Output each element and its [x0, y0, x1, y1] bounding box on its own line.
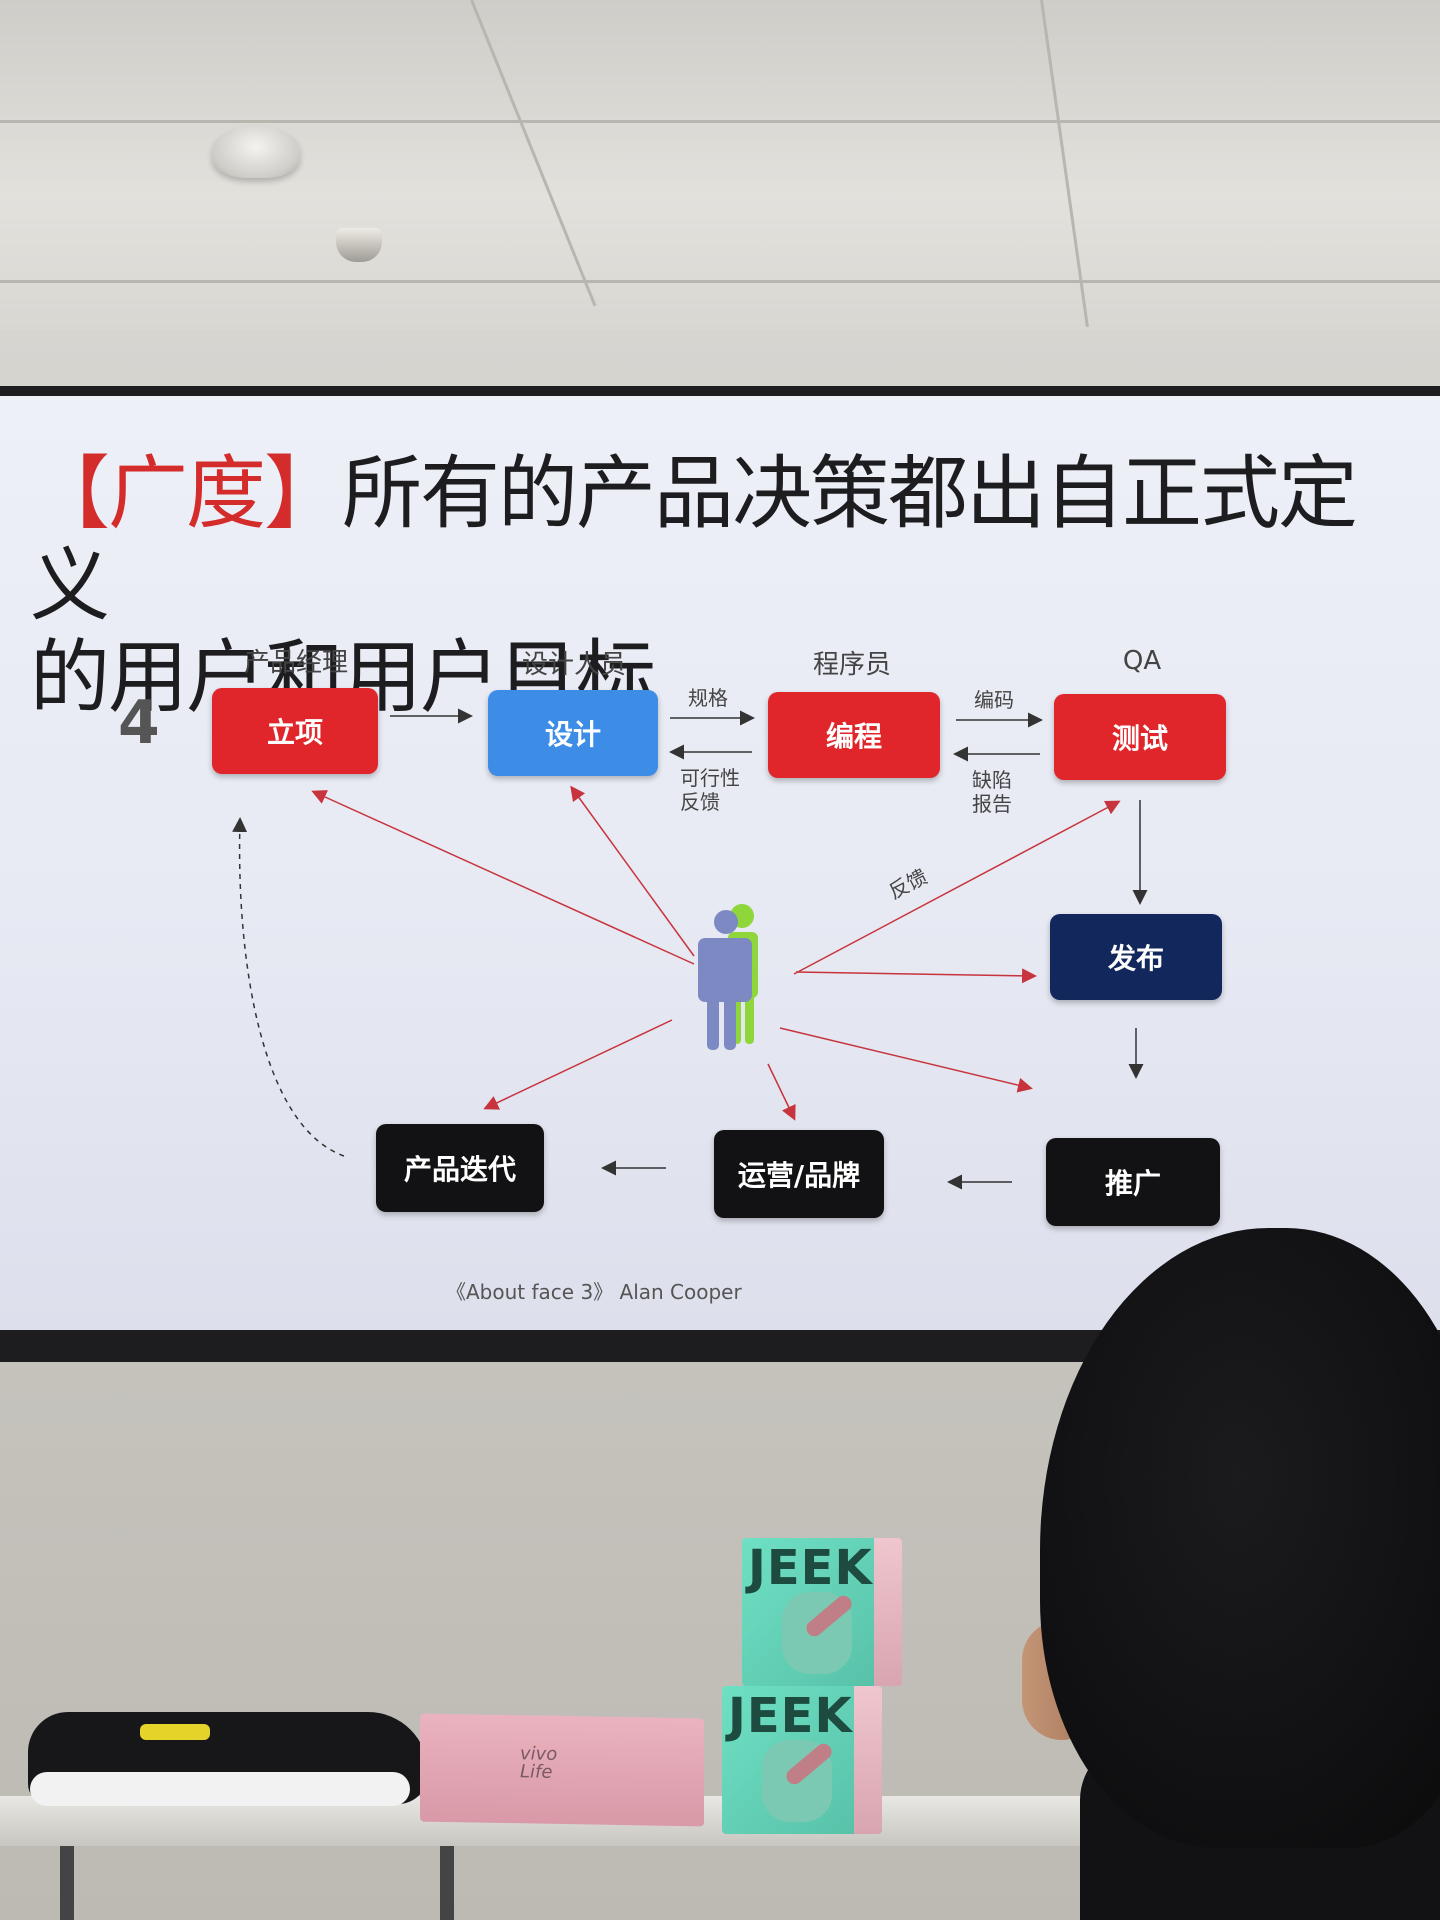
box-promote: 推广 [1046, 1138, 1220, 1226]
white-cloth [30, 1772, 410, 1806]
mug-box-top: JEEK [742, 1538, 902, 1686]
arrow-iterate-to-initiate [232, 817, 345, 1157]
ceiling-tile-seam [0, 120, 1440, 123]
mug-box-bottom: JEEK [722, 1686, 882, 1834]
mug-box-side [874, 1538, 902, 1686]
box-initiate: 立项 [212, 688, 378, 774]
pink-product-box: vivo Life [420, 1713, 704, 1827]
box-test: 测试 [1054, 694, 1226, 780]
arrow-user-to-iterate [483, 1019, 673, 1110]
arrow-label-spec: 规格 [688, 686, 728, 710]
smoke-detector [212, 126, 300, 178]
pink-box-logo: vivo Life [520, 1743, 558, 1783]
mug-box-word: JEEK [748, 1540, 873, 1596]
yellow-tag [140, 1724, 210, 1740]
role-label-designer: 设计人员 [521, 650, 626, 680]
ceiling-tile-seam [1040, 0, 1089, 327]
arrow-label-coding: 编码 [974, 688, 1014, 712]
arrow-label-feasibility: 可行性 反馈 [680, 766, 740, 814]
role-label-programmer: 程序员 [812, 650, 891, 680]
arrow-user-to-promote [779, 1027, 1033, 1093]
box-design: 设计 [488, 690, 658, 776]
presentation-screen: 【广度】所有的产品决策都出自正式定义 的用户和用户目标 4 产品经理 设计人员 … [0, 396, 1440, 1330]
box-release: 发布 [1050, 914, 1222, 1000]
ceiling [0, 0, 1440, 330]
box-iterate: 产品迭代 [376, 1124, 544, 1212]
ceiling-tile-seam [470, 0, 597, 307]
ceiling-tile-seam [0, 280, 1440, 283]
arrow-user-to-design [570, 785, 695, 957]
sprinkler [336, 228, 382, 262]
shelf-leg [440, 1846, 454, 1920]
arrow-label-defect: 缺陷 报告 [972, 768, 1012, 816]
arrow-user-to-release [795, 968, 1037, 984]
mug-box-word: JEEK [728, 1688, 853, 1744]
box-code: 编程 [768, 692, 940, 778]
users-icon [698, 904, 758, 1050]
role-label-pm: 产品经理 [243, 648, 348, 678]
citation: 《About face 3》 Alan Cooper [446, 1280, 742, 1304]
shelf-leg [60, 1846, 74, 1920]
arrow-user-to-ops [767, 1063, 796, 1121]
box-ops: 运营/品牌 [714, 1130, 884, 1218]
role-label-qa: QA [1122, 646, 1162, 676]
mug-box-side [854, 1686, 882, 1834]
